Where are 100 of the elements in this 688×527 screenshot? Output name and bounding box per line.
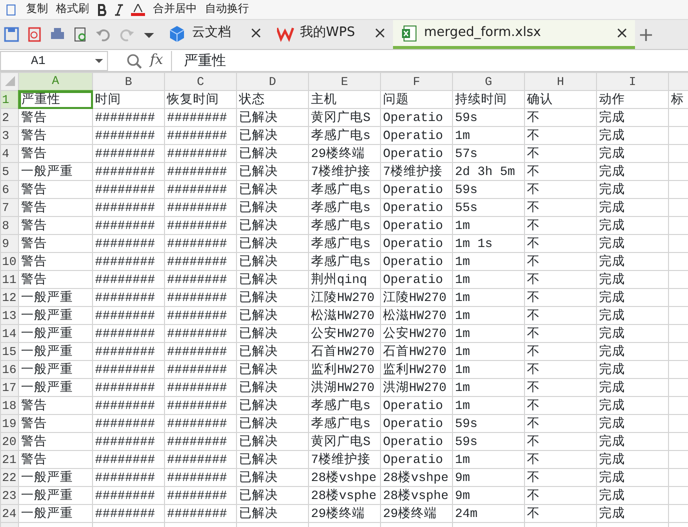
spreadsheet-file-icon bbox=[400, 24, 418, 42]
row-header[interactable]: 9 bbox=[0, 234, 18, 252]
table-cell: 不 bbox=[524, 144, 596, 162]
table-cell: 完成 bbox=[596, 378, 668, 396]
table-cell: 已解决 bbox=[236, 288, 308, 306]
close-icon[interactable] bbox=[374, 28, 385, 38]
table-cell: 不 bbox=[524, 216, 596, 234]
column-header[interactable]: E bbox=[308, 72, 380, 90]
row-header[interactable]: 8 bbox=[0, 216, 18, 234]
italic-icon[interactable] bbox=[115, 4, 123, 16]
table-cell: 28楼vsphe bbox=[308, 486, 380, 504]
merge-center-button[interactable]: 合并居中 bbox=[153, 1, 197, 18]
table-cell: 完成 bbox=[596, 198, 668, 216]
row-header[interactable]: 24 bbox=[0, 504, 18, 522]
row-header[interactable]: 18 bbox=[0, 396, 18, 414]
function-icon[interactable]: fx bbox=[150, 50, 164, 71]
table-cell: 完成 bbox=[596, 486, 668, 504]
row-header[interactable]: 17 bbox=[0, 378, 18, 396]
name-box[interactable]: A1 bbox=[0, 50, 108, 70]
row-header[interactable]: 6 bbox=[0, 180, 18, 198]
table-cell: 孝感广电s bbox=[308, 252, 380, 270]
font-color-icon[interactable] bbox=[131, 4, 145, 16]
table-cell: 59s bbox=[452, 414, 524, 432]
table-cell: ######## bbox=[92, 432, 164, 450]
table-cell: Operatio bbox=[380, 108, 452, 126]
table-cell: 不 bbox=[524, 288, 596, 306]
row-header[interactable]: 12 bbox=[0, 288, 18, 306]
tab[interactable]: 我的WPS bbox=[269, 20, 393, 49]
table-cell: ######## bbox=[92, 144, 164, 162]
table-cell: 完成 bbox=[596, 468, 668, 486]
table-cell: 已解决 bbox=[236, 180, 308, 198]
table-cell: Operatio bbox=[380, 216, 452, 234]
row-header[interactable]: 10 bbox=[0, 252, 18, 270]
table-cell: 完成 bbox=[596, 270, 668, 288]
table-cell: 完成 bbox=[596, 180, 668, 198]
table-cell: 已解决 bbox=[236, 396, 308, 414]
table-cell: 57s bbox=[452, 144, 524, 162]
tab[interactable]: 云文档 bbox=[161, 20, 269, 49]
plus-icon[interactable] bbox=[638, 26, 654, 42]
table-cell: 警告 bbox=[18, 396, 92, 414]
table-cell: 已解决 bbox=[236, 486, 308, 504]
table-cell: 不 bbox=[524, 324, 596, 342]
tab[interactable]: merged_form.xlsx bbox=[392, 20, 635, 49]
table-cell: ######## bbox=[92, 126, 164, 144]
table-cell: 江陵HW270 bbox=[380, 288, 452, 306]
table-cell: ######## bbox=[164, 162, 236, 180]
row-header[interactable]: 15 bbox=[0, 342, 18, 360]
row-header[interactable]: 23 bbox=[0, 486, 18, 504]
column-header[interactable]: H bbox=[524, 72, 596, 90]
table-cell: Operatio bbox=[380, 450, 452, 468]
column-header[interactable]: D bbox=[236, 72, 308, 90]
table-cell: ######## bbox=[164, 108, 236, 126]
row-header[interactable]: 16 bbox=[0, 360, 18, 378]
table-cell: Operatio bbox=[380, 234, 452, 252]
row-header[interactable]: 5 bbox=[0, 162, 18, 180]
column-header[interactable]: F bbox=[380, 72, 452, 90]
row-header[interactable]: 19 bbox=[0, 414, 18, 432]
table-cell: 一般严重 bbox=[18, 378, 92, 396]
row-header[interactable]: 3 bbox=[0, 126, 18, 144]
row-header[interactable]: 20 bbox=[0, 432, 18, 450]
table-cell: 警告 bbox=[18, 144, 92, 162]
table-cell: ######## bbox=[164, 504, 236, 522]
table-cell: 已解决 bbox=[236, 162, 308, 180]
toolbar-button[interactable]: 复制 bbox=[26, 1, 48, 18]
table-cell: 洪湖HW270 bbox=[380, 378, 452, 396]
row-header[interactable]: 13 bbox=[0, 306, 18, 324]
table-cell: 警告 bbox=[18, 108, 92, 126]
table-cell: 已解决 bbox=[236, 108, 308, 126]
bold-icon[interactable] bbox=[97, 4, 107, 16]
table-cell: 1m bbox=[452, 360, 524, 378]
formula-field[interactable]: 严重性 bbox=[171, 50, 688, 70]
row-header[interactable]: 22 bbox=[0, 468, 18, 486]
column-header[interactable]: I bbox=[596, 72, 668, 90]
column-header[interactable]: B bbox=[92, 72, 164, 90]
table-cell: 警告 bbox=[18, 216, 92, 234]
table-cell: 已解决 bbox=[236, 324, 308, 342]
column-header[interactable]: C bbox=[164, 72, 236, 90]
close-icon[interactable] bbox=[616, 28, 627, 38]
row-header[interactable]: 7 bbox=[0, 198, 18, 216]
close-icon[interactable] bbox=[251, 28, 261, 38]
column-header[interactable]: G bbox=[452, 72, 524, 90]
row-header[interactable]: 11 bbox=[0, 270, 18, 288]
row-header[interactable]: 2 bbox=[0, 108, 18, 126]
table-cell: 1m bbox=[452, 324, 524, 342]
row-header[interactable]: 21 bbox=[0, 450, 18, 468]
table-cell: ######## bbox=[164, 468, 236, 486]
row-header[interactable]: 4 bbox=[0, 144, 18, 162]
table-cell: 已解决 bbox=[236, 414, 308, 432]
table-cell: 完成 bbox=[596, 162, 668, 180]
table-cell: 1m bbox=[452, 378, 524, 396]
table-cell: ######## bbox=[164, 180, 236, 198]
wrap-text-button[interactable]: 自动换行 bbox=[205, 1, 249, 18]
table-cell: ######## bbox=[164, 252, 236, 270]
save-icon[interactable] bbox=[3, 26, 20, 43]
zoom-icon[interactable] bbox=[126, 53, 142, 70]
copy-icon[interactable] bbox=[6, 4, 18, 16]
format-painter-button[interactable]: 格式刷 bbox=[56, 1, 89, 18]
table-cell: 孝感广电s bbox=[308, 180, 380, 198]
table-cell: 完成 bbox=[596, 432, 668, 450]
row-header[interactable]: 14 bbox=[0, 324, 18, 342]
